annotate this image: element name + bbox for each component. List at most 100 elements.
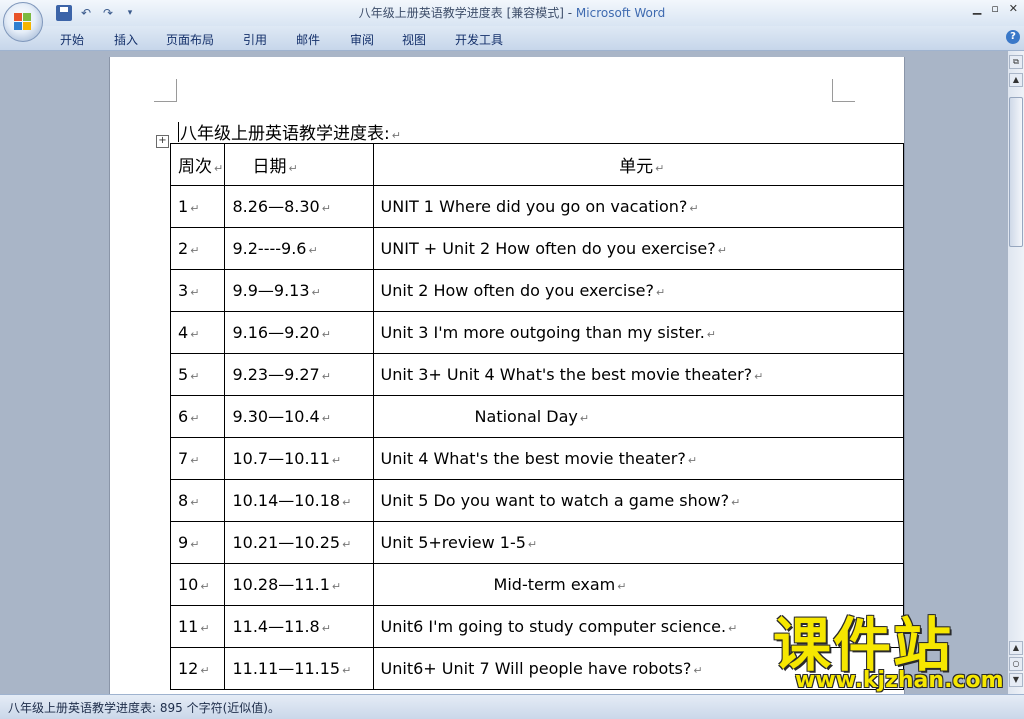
cell-text: Mid-term exam: [493, 575, 616, 594]
cell-end-mark-icon: ↵: [693, 664, 703, 677]
cell-unit[interactable]: UNIT 1 Where did you go on vacation? ↵: [372, 185, 905, 228]
close-icon[interactable]: ✕: [1009, 2, 1018, 15]
tab-review[interactable]: 审阅: [350, 31, 374, 48]
help-icon[interactable]: ?: [1006, 30, 1020, 44]
cell-week[interactable]: 10 ↵: [169, 563, 226, 606]
cell-end-mark-icon: ↵: [190, 454, 200, 467]
cell-unit[interactable]: Unit 3+ Unit 4 What's the best movie the…: [372, 353, 905, 396]
cell-date[interactable]: 10.14—10.18 ↵: [224, 479, 374, 522]
document-workspace: 八年级上册英语教学进度表: ↵ + 周次 ↵ 日期 ↵ 单元 ↵ 1 ↵ 8.26—8.30…: [0, 51, 1008, 694]
tab-references[interactable]: 引用: [243, 31, 267, 48]
cell-unit[interactable]: National Day ↵: [372, 395, 905, 438]
table-row: 3 ↵ 9.9—9.13 ↵ Unit 2 How often do you exerc…: [169, 269, 905, 312]
cell-text: 9.23—9.27: [232, 365, 320, 384]
cell-text: 7: [178, 449, 189, 468]
window-controls: ▁ ▫ ✕: [973, 2, 1018, 15]
cell-week[interactable]: 11 ↵: [169, 605, 226, 648]
tab-developer[interactable]: 开发工具: [455, 31, 503, 48]
cell-end-mark-icon: ↵: [331, 580, 342, 593]
cell-week[interactable]: 1 ↵: [169, 185, 226, 228]
cell-end-mark-icon: ↵: [754, 370, 764, 383]
next-page-icon[interactable]: ▼: [1009, 673, 1023, 687]
cell-unit[interactable]: UNIT + Unit 2 How often do you exercise?…: [372, 227, 905, 270]
cell-unit[interactable]: Unit 5 Do you want to watch a game show?…: [372, 479, 905, 522]
cell-week[interactable]: 9 ↵: [169, 521, 226, 564]
cell-text: 9.2----9.6: [232, 239, 307, 258]
document-heading[interactable]: 八年级上册英语教学进度表: ↵: [178, 119, 401, 144]
cell-week[interactable]: 12 ↵: [169, 647, 226, 690]
restore-icon[interactable]: ▫: [991, 2, 998, 15]
cell-text: 12: [178, 659, 199, 678]
cell-week[interactable]: 6 ↵: [169, 395, 226, 438]
cell-text: Unit 5+review 1-5: [380, 533, 526, 552]
cell-text: 10.21—10.25: [232, 533, 341, 552]
office-button[interactable]: [3, 2, 43, 42]
cell-end-mark-icon: ↵: [190, 202, 200, 215]
cell-date[interactable]: 9.30—10.4 ↵: [224, 395, 374, 438]
cell-end-mark-icon: ↵: [200, 580, 210, 593]
cell-text: Unit 2 How often do you exercise?: [380, 281, 654, 300]
cell-unit[interactable]: Unit 3 I'm more outgoing than my sister.…: [372, 311, 905, 354]
cell-end-mark-icon: ↵: [190, 244, 200, 257]
prev-page-icon[interactable]: ▲: [1009, 641, 1023, 655]
scroll-thumb[interactable]: [1009, 97, 1023, 247]
cell-date[interactable]: 10.28—11.1 ↵: [224, 563, 374, 606]
cell-unit[interactable]: Unit 4 What's the best movie theater? ↵: [372, 437, 905, 480]
header-cell-unit[interactable]: 单元 ↵: [372, 143, 905, 186]
vertical-scrollbar[interactable]: ⧉ ▲ ▲ ○ ▼: [1008, 51, 1024, 694]
minimize-icon[interactable]: ▁: [973, 2, 981, 15]
tab-home[interactable]: 开始: [60, 31, 84, 48]
cell-text: UNIT + Unit 2 How often do you exercise?: [380, 239, 716, 258]
table-row: 5 ↵ 9.23—9.27 ↵ Unit 3+ Unit 4 What's the be…: [169, 353, 905, 396]
cell-end-mark-icon: ↵: [527, 538, 538, 551]
cell-date[interactable]: 9.16—9.20 ↵: [224, 311, 374, 354]
cell-week[interactable]: 8 ↵: [169, 479, 226, 522]
cell-unit[interactable]: Mid-term exam ↵: [372, 563, 905, 606]
table-row: 1 ↵ 8.26—8.30 ↵ UNIT 1 Where did you go on v…: [169, 185, 905, 228]
cell-end-mark-icon: ↵: [617, 580, 627, 593]
cell-date[interactable]: 10.7—10.11 ↵: [224, 437, 374, 480]
cell-text: Unit 4 What's the best movie theater?: [380, 449, 686, 468]
cell-text: 6: [178, 407, 189, 426]
cell-week[interactable]: 5 ↵: [169, 353, 226, 396]
tab-page-layout[interactable]: 页面布局: [166, 31, 214, 48]
cell-date[interactable]: 8.26—8.30 ↵: [224, 185, 374, 228]
cell-date[interactable]: 9.23—9.27 ↵: [224, 353, 374, 396]
cell-date[interactable]: 9.9—9.13 ↵: [224, 269, 374, 312]
cell-text: 8: [178, 491, 189, 510]
cell-unit[interactable]: Unit 2 How often do you exercise? ↵: [372, 269, 905, 312]
tab-mailings[interactable]: 邮件: [296, 31, 320, 48]
cell-end-mark-icon: ↵: [190, 370, 200, 383]
cell-end-mark-icon: ↵: [190, 328, 200, 341]
cell-text: 9: [178, 533, 189, 552]
cell-end-mark-icon: ↵: [655, 286, 666, 299]
ruler-toggle-icon[interactable]: ⧉: [1009, 55, 1023, 69]
cell-end-mark-icon: ↵: [706, 328, 716, 341]
cell-text: National Day: [474, 407, 578, 426]
cell-week[interactable]: 4 ↵: [169, 311, 226, 354]
cell-week[interactable]: 7 ↵: [169, 437, 226, 480]
header-cell-date[interactable]: 日期 ↵: [224, 143, 374, 186]
cell-text: Unit 5 Do you want to watch a game show?: [380, 491, 730, 510]
cell-end-mark-icon: ↵: [190, 412, 200, 425]
table-row: 7 ↵ 10.7—10.11 ↵ Unit 4 What's the best movi…: [169, 437, 905, 480]
cell-text: 8.26—8.30: [232, 197, 320, 216]
table-move-handle-icon[interactable]: +: [156, 135, 169, 148]
cell-date[interactable]: 11.11—11.15 ↵: [224, 647, 374, 690]
cell-unit[interactable]: Unit 5+review 1-5 ↵: [372, 521, 905, 564]
cell-text: 4: [178, 323, 189, 342]
margin-corner-mark: [154, 79, 177, 102]
tab-insert[interactable]: 插入: [114, 31, 138, 48]
document-page[interactable]: 八年级上册英语教学进度表: ↵ + 周次 ↵ 日期 ↵ 单元 ↵ 1 ↵ 8.26—8.30…: [110, 57, 905, 694]
tab-view[interactable]: 视图: [402, 31, 426, 48]
cell-date[interactable]: 9.2----9.6 ↵: [224, 227, 374, 270]
browse-object-icon[interactable]: ○: [1009, 657, 1023, 671]
cell-week[interactable]: 3 ↵: [169, 269, 226, 312]
cell-date[interactable]: 10.21—10.25 ↵: [224, 521, 374, 564]
cell-end-mark-icon: ↵: [190, 496, 200, 509]
header-cell-week[interactable]: 周次 ↵: [169, 143, 226, 186]
cell-week[interactable]: 2 ↵: [169, 227, 226, 270]
table-row: 10 ↵ 10.28—11.1 ↵ Mid-term exam ↵: [169, 563, 905, 606]
scroll-up-icon[interactable]: ▲: [1009, 73, 1023, 87]
cell-date[interactable]: 11.4—11.8 ↵: [224, 605, 374, 648]
